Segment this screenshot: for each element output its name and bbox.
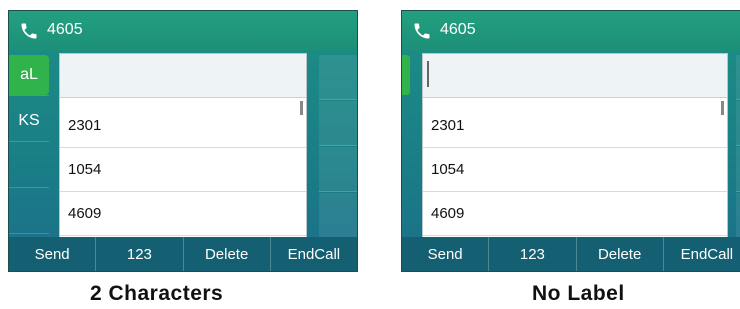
- extension-number: 4605: [440, 21, 476, 38]
- input-mode-button[interactable]: 123: [95, 237, 182, 271]
- extension-number: 4605: [47, 21, 83, 38]
- delete-button[interactable]: Delete: [182, 237, 270, 271]
- line-key-row-divider: [9, 189, 49, 234]
- line-key-stub[interactable]: [402, 55, 410, 95]
- list-item[interactable]: 4609: [60, 192, 306, 236]
- end-call-button[interactable]: EndCall: [269, 237, 357, 271]
- dial-area: 2301 1054 4609: [402, 51, 740, 241]
- right-line-key[interactable]: [319, 55, 357, 100]
- list-item[interactable]: 4609: [423, 192, 727, 236]
- list-item[interactable]: 2301: [60, 104, 306, 148]
- line-key-row-divider: [9, 97, 49, 142]
- title-bar: 4605: [402, 11, 740, 51]
- input-mode-button[interactable]: 123: [488, 237, 575, 271]
- dial-input-field[interactable]: [60, 54, 306, 98]
- phone-handset-icon: [21, 23, 37, 39]
- dial-area: aL KS 2301 1054 4609: [9, 51, 357, 241]
- list-item[interactable]: 2301: [423, 104, 727, 148]
- softkey-bar: Send 123 Delete EndCall: [402, 237, 740, 271]
- dial-list-panel: 2301 1054 4609: [422, 53, 728, 241]
- line-key-column: aL KS: [9, 51, 55, 238]
- phone-screen-2-characters: 4605 aL KS 2301 1054 4609 Send 123 Delet…: [8, 10, 358, 272]
- right-line-key[interactable]: [736, 101, 740, 146]
- right-key-column: [736, 51, 740, 238]
- caption-no-label: No Label: [532, 282, 625, 305]
- dial-list-panel: 2301 1054 4609: [59, 53, 307, 241]
- send-button[interactable]: Send: [402, 237, 488, 271]
- list-item[interactable]: 1054: [423, 148, 727, 192]
- text-cursor: [427, 61, 429, 87]
- line-key-row-divider: [9, 143, 49, 188]
- right-line-key[interactable]: [736, 193, 740, 238]
- delete-button[interactable]: Delete: [575, 237, 663, 271]
- phone-screen-no-label: 4605 2301 1054 4609 Send 123 Delete EndC…: [401, 10, 740, 272]
- right-key-column: [319, 51, 357, 238]
- list-item[interactable]: 1054: [60, 148, 306, 192]
- right-line-key[interactable]: [736, 55, 740, 100]
- caption-2-characters: 2 Characters: [90, 282, 224, 305]
- right-line-key[interactable]: [319, 147, 357, 192]
- right-line-key[interactable]: [319, 101, 357, 146]
- right-line-key[interactable]: [736, 147, 740, 192]
- send-button[interactable]: Send: [9, 237, 95, 271]
- title-bar: 4605: [9, 11, 357, 51]
- softkey-bar: Send 123 Delete EndCall: [9, 237, 357, 271]
- end-call-button[interactable]: EndCall: [662, 237, 740, 271]
- phone-handset-icon: [414, 23, 430, 39]
- line-key-row-divider: [9, 51, 49, 96]
- dial-input-field[interactable]: [423, 54, 727, 98]
- right-line-key[interactable]: [319, 193, 357, 238]
